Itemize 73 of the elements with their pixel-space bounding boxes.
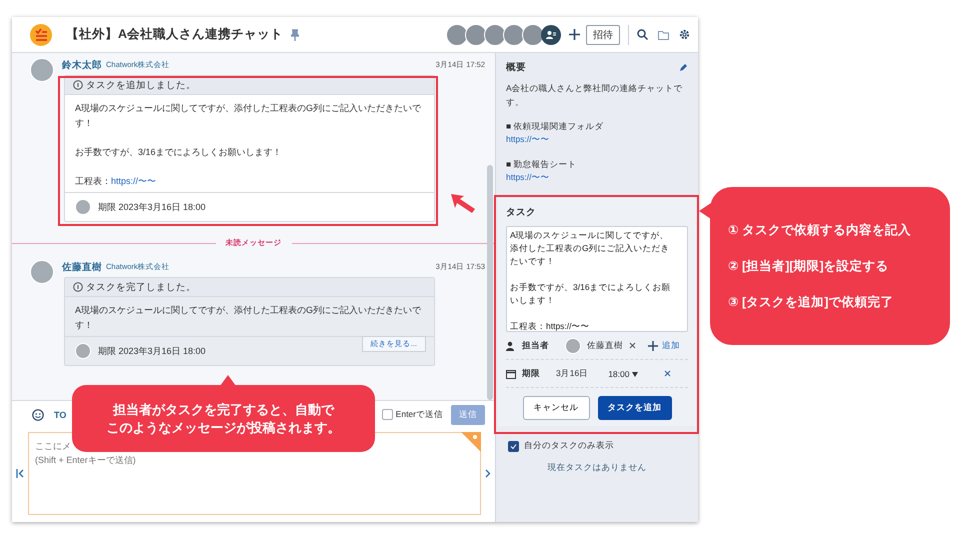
- avatar: [503, 24, 525, 46]
- task-text: A現場のスケジュールに関してですが、添付した工程表のG列にご記入いただきたいです！: [510, 229, 671, 268]
- info-icon: [73, 282, 83, 292]
- avatar: [30, 260, 54, 284]
- task-notice: タスクを追加しました。: [86, 78, 196, 92]
- checkbox[interactable]: [508, 440, 519, 452]
- cancel-button[interactable]: キャンセル: [522, 396, 590, 420]
- step-text: ③ [タスクを追加]で依頼完了: [728, 294, 894, 310]
- avatar: [565, 338, 581, 354]
- avatar: [30, 58, 54, 82]
- checkbox[interactable]: [382, 409, 393, 420]
- folder-icon[interactable]: [658, 30, 669, 40]
- task-text: 工程表：https://〜〜: [75, 174, 158, 188]
- invite-button[interactable]: 招待: [586, 24, 620, 44]
- add-task-button[interactable]: タスクを追加: [598, 396, 672, 420]
- avatar: [484, 24, 506, 46]
- note-text: 担当者がタスクを完了すると、自動で: [113, 400, 334, 418]
- step-text: ② [担当者][期限]を設定する: [728, 258, 890, 274]
- arrow-icon: [449, 192, 477, 214]
- remove-icon[interactable]: [664, 370, 671, 377]
- emoji-icon[interactable]: [32, 408, 44, 420]
- link-label: ■ 勤怠報告シート: [506, 158, 578, 171]
- members-icon[interactable]: [541, 24, 561, 44]
- person-icon: [506, 340, 516, 350]
- link[interactable]: https://〜〜: [111, 176, 156, 186]
- settings-icon[interactable]: [679, 29, 690, 40]
- checkbox-label: Enterで送信: [396, 408, 443, 420]
- task-notice: タスクを完了しました。: [86, 280, 196, 294]
- info-icon: [73, 80, 83, 90]
- task-text: A現場のスケジュールに関してですが、添付した工程表のG列にご記入いただきたいです！: [75, 102, 422, 130]
- add-assignee-button[interactable]: 追加: [648, 340, 688, 352]
- time-dropdown[interactable]: 18:00: [602, 368, 644, 380]
- link-label: ■ 依頼現場関連フォルダ: [506, 120, 604, 133]
- room-icon: [30, 24, 52, 46]
- caret-icon: [632, 372, 638, 376]
- sender-name[interactable]: 佐藤直樹: [62, 260, 102, 274]
- assignee-label: 担当者: [522, 340, 549, 352]
- plus-icon: [648, 340, 658, 350]
- task-deadline: 期限 2023年3月16日 18:00: [98, 200, 206, 214]
- avatar: [75, 199, 91, 215]
- pencil-icon[interactable]: [679, 63, 688, 72]
- pin-icon[interactable]: [291, 28, 300, 40]
- task-input-field[interactable]: A現場のスケジュールに関してですが、添付した工程表のG列にご記入いただきたいです！ お手数ですが、3/16までによろしくお願いします！ 工程表：https://〜〜: [506, 226, 688, 332]
- task-text: お手数ですが、3/16までによろしくお願いします！: [75, 146, 283, 158]
- checkbox-label: 自分のタスクのみ表示: [524, 440, 614, 452]
- avatar: [446, 24, 468, 46]
- task-text: A現場のスケジュールに関してですが、添付した工程表のG列にご記入いただきたいです！: [75, 304, 422, 332]
- deadline-label: 期限: [522, 368, 540, 380]
- scrollbar[interactable]: [487, 165, 493, 400]
- avatar: [75, 343, 91, 359]
- link[interactable]: https://〜〜: [506, 133, 688, 146]
- avatar: [465, 24, 487, 46]
- add-icon[interactable]: [569, 29, 580, 40]
- collapse-left-icon[interactable]: [16, 468, 24, 478]
- remove-icon[interactable]: [629, 342, 636, 349]
- task-text: 工程表：https://〜〜: [510, 320, 591, 331]
- search-icon[interactable]: [637, 29, 648, 40]
- room-title: 【社外】A会社職人さん連携チャット: [66, 26, 284, 43]
- room-description: A会社の職人さんと弊社間の連絡チャットです。: [506, 82, 684, 109]
- to-button[interactable]: TO: [54, 410, 66, 420]
- sender-name[interactable]: 鈴木太郎: [62, 58, 102, 72]
- section-title: タスク: [506, 206, 536, 219]
- step-text: ① タスクで依頼する内容を記入: [728, 222, 912, 238]
- calendar-icon: [506, 368, 516, 378]
- avatar: [522, 24, 544, 46]
- task-text: お手数ですが、3/16までによろしくお願いします！: [510, 281, 672, 307]
- section-title: 概要: [506, 61, 526, 74]
- link[interactable]: https://〜〜: [506, 171, 688, 184]
- task-deadline: 期限 2023年3月16日 18:00: [98, 344, 206, 358]
- assignee-name: 佐藤直樹: [587, 340, 623, 352]
- expand-right-icon[interactable]: [485, 468, 491, 478]
- deadline-date[interactable]: 3月16日: [556, 368, 588, 380]
- empty-message: 現在タスクはありません: [546, 462, 648, 474]
